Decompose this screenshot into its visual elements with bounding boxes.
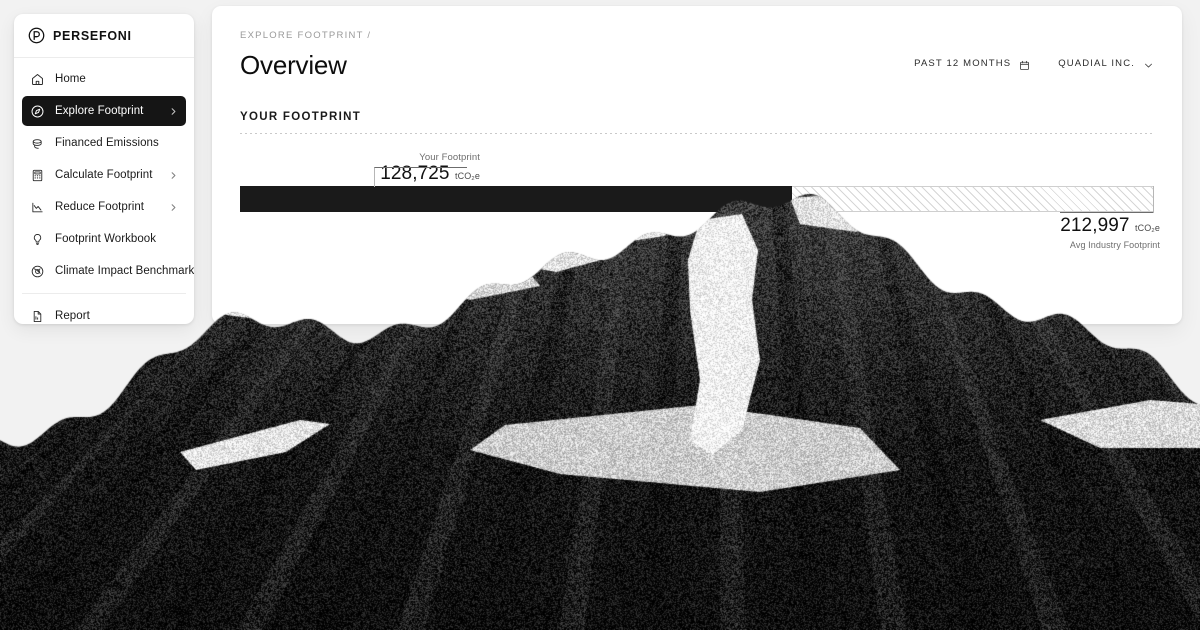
- coins-stack-icon: [30, 136, 45, 151]
- page-header: EXPLORE FOOTPRINT / Overview PAST 12 MON…: [212, 6, 1182, 81]
- sidebar: PERSEFONI Home Explore Footprint Finance…: [14, 14, 194, 324]
- sidebar-item-reduce-footprint[interactable]: Reduce Footprint: [22, 192, 186, 222]
- sidebar-item-footprint-workbook[interactable]: Footprint Workbook: [22, 224, 186, 254]
- document-report-icon: [30, 309, 45, 324]
- industry-footprint-label: Avg Industry Footprint: [1060, 240, 1160, 250]
- industry-footprint-unit: tCO₂e: [1135, 223, 1160, 233]
- footprint-comparison-chart: Your Footprint 128,725 tCO₂e 212,997 tCO…: [240, 158, 1154, 254]
- sidebar-item-report[interactable]: Report: [22, 301, 186, 324]
- industry-footprint-number: 212,997: [1060, 215, 1129, 236]
- persefoni-circle-logo-icon: [28, 27, 45, 44]
- industry-footprint-value: 212,997 tCO₂e: [1060, 215, 1160, 237]
- sidebar-divider: [22, 293, 186, 294]
- calendar-icon: [1019, 58, 1030, 69]
- globe-target-icon: [30, 264, 45, 279]
- sidebar-item-label: Report: [55, 310, 178, 322]
- sidebar-item-label: Financed Emissions: [55, 137, 178, 149]
- chevron-right-icon: [169, 203, 178, 212]
- brand-name: PERSEFONI: [53, 29, 132, 43]
- sidebar-item-home[interactable]: Home: [22, 64, 186, 94]
- sidebar-item-financed-emissions[interactable]: Financed Emissions: [22, 128, 186, 158]
- sidebar-item-label: Explore Footprint: [55, 105, 159, 117]
- date-range-selector[interactable]: PAST 12 MONTHS: [914, 58, 1030, 69]
- sidebar-item-label: Home: [55, 73, 178, 85]
- breadcrumb[interactable]: EXPLORE FOOTPRINT /: [240, 30, 1154, 41]
- home-icon: [30, 72, 45, 87]
- your-footprint-label: Your Footprint: [380, 152, 480, 163]
- sidebar-item-label: Reduce Footprint: [55, 201, 159, 213]
- your-footprint-bar-fill: [240, 186, 792, 212]
- chart-decline-icon: [30, 200, 45, 215]
- industry-leader-line: [1060, 212, 1153, 213]
- app-shell: PERSEFONI Home Explore Footprint Finance…: [0, 0, 1200, 630]
- sidebar-item-climate-impact-benchmarking[interactable]: Climate Impact Benchmarking: [22, 256, 186, 286]
- industry-footprint-callout: 212,997 tCO₂e Avg Industry Footprint: [1060, 215, 1160, 250]
- compass-icon: [30, 104, 45, 119]
- chevron-right-icon: [169, 171, 178, 180]
- chevron-down-icon: [1143, 58, 1154, 69]
- sidebar-item-label: Climate Impact Benchmarking: [55, 265, 194, 277]
- calculator-icon: [30, 168, 45, 183]
- main-panel: EXPLORE FOOTPRINT / Overview PAST 12 MON…: [212, 6, 1182, 324]
- sidebar-item-label: Footprint Workbook: [55, 233, 178, 245]
- section-title: YOUR FOOTPRINT: [240, 111, 1154, 123]
- org-label: QUADIAL INC.: [1058, 58, 1135, 69]
- your-footprint-leader-line: [374, 167, 467, 187]
- lightbulb-icon: [30, 232, 45, 247]
- section-divider: [240, 133, 1154, 134]
- sidebar-item-calculate-footprint[interactable]: Calculate Footprint: [22, 160, 186, 190]
- chevron-right-icon: [169, 107, 178, 116]
- sidebar-nav: Home Explore Footprint Financed Emission…: [14, 58, 194, 324]
- sidebar-item-explore-footprint[interactable]: Explore Footprint: [22, 96, 186, 126]
- brand-header: PERSEFONI: [14, 14, 194, 58]
- comparison-bar: [240, 186, 1154, 212]
- your-footprint-section: YOUR FOOTPRINT Your Footprint 128,725 tC…: [212, 111, 1182, 254]
- header-controls: PAST 12 MONTHS QUADIAL INC.: [914, 58, 1154, 69]
- date-range-label: PAST 12 MONTHS: [914, 58, 1011, 69]
- industry-leader-stem: [1153, 186, 1154, 213]
- sidebar-item-label: Calculate Footprint: [55, 169, 159, 181]
- org-selector[interactable]: QUADIAL INC.: [1058, 58, 1154, 69]
